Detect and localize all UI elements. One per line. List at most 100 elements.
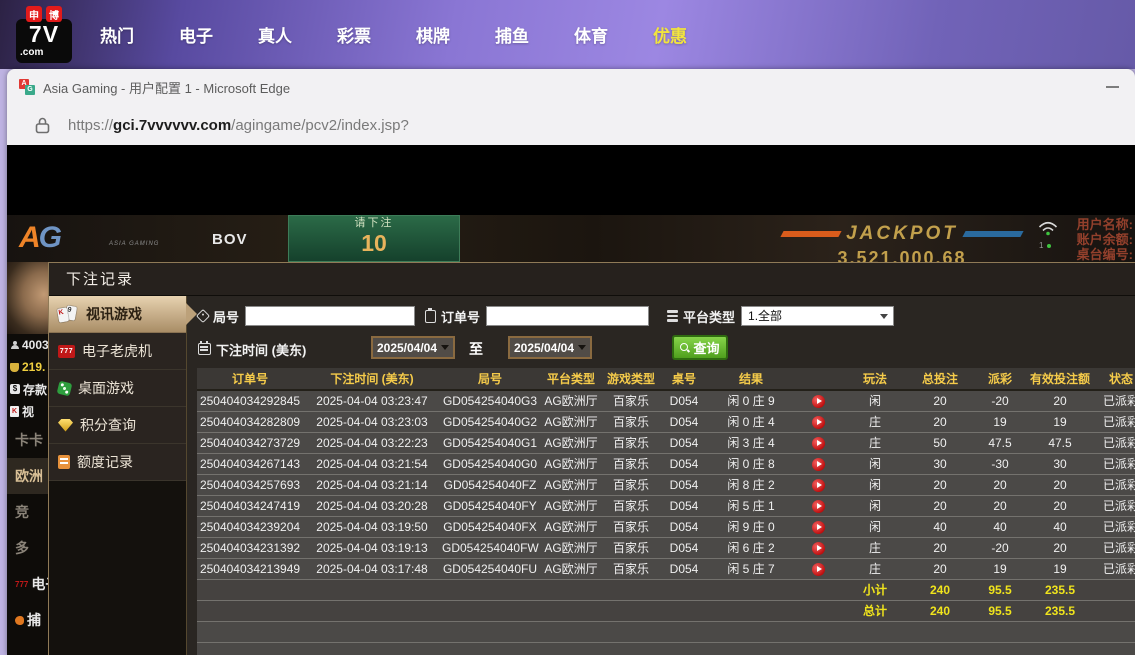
- strip-item-3[interactable]: $ 存款: [7, 378, 48, 400]
- platform-selected-value: 1.全部: [748, 309, 783, 323]
- round-filter: 局号: [195, 304, 416, 328]
- table-cell: [709, 621, 793, 643]
- replay-icon[interactable]: [811, 415, 825, 429]
- table-cell: 有效投注额: [1027, 368, 1093, 391]
- table-cell: [303, 600, 441, 622]
- nav-item-6[interactable]: 捕鱼: [495, 22, 529, 47]
- empty-row: [197, 621, 1135, 643]
- site-logo[interactable]: 申 博 7V .com: [16, 6, 74, 66]
- table-cell: GD054254040FU: [441, 558, 539, 580]
- nav-item-8[interactable]: 优惠: [653, 22, 687, 47]
- strip-item-1[interactable]: 4003: [7, 334, 48, 356]
- table-cell: 已派彩: [1093, 558, 1135, 580]
- modal-menu-item-label: 视讯游戏: [86, 306, 142, 322]
- table-cell: [793, 621, 843, 643]
- modal-menu-item-2[interactable]: 777 电子老虎机: [49, 333, 186, 370]
- strip-item-5[interactable]: 卡卡: [7, 422, 48, 458]
- strip-item-10[interactable]: 捕: [7, 602, 48, 638]
- browser-titlebar: A G Asia Gaming - 用户配置 1 - Microsoft Edg…: [7, 69, 1135, 105]
- nav-item-5[interactable]: 棋牌: [416, 22, 450, 47]
- table-cell: 20: [1027, 495, 1093, 517]
- table-row-5: 250404034257693 2025-04-04 03:21:14 GD0542…: [197, 474, 1135, 496]
- table-cell: AG欧洲厅: [539, 432, 603, 454]
- total-row: 总计 240 95.5 235.5: [197, 600, 1135, 622]
- table-cell: 20: [973, 495, 1027, 517]
- modal-menu-item-3[interactable]: 桌面游戏: [49, 370, 186, 407]
- nav-item-3[interactable]: 真人: [258, 22, 292, 47]
- table-cell: [973, 642, 1027, 655]
- table-cell: 20: [907, 537, 973, 559]
- search-button-label: 查询: [693, 341, 720, 356]
- search-button[interactable]: 查询: [672, 335, 728, 360]
- table-cell: 庄: [843, 411, 907, 433]
- table-cell: [843, 642, 907, 655]
- table-cell: 闲 0 庄 8: [709, 453, 793, 475]
- table-cell: [793, 368, 843, 391]
- nav-item-2[interactable]: 电子: [179, 22, 213, 47]
- calendar-icon: [198, 341, 211, 355]
- modal-menu-item-label: 桌面游戏: [78, 380, 134, 396]
- ag-logo-subtext: ASIA GAMING: [109, 241, 160, 247]
- replay-icon[interactable]: [811, 520, 825, 534]
- table-cell: 2025-04-04 03:22:23: [303, 432, 441, 454]
- strip-item-7[interactable]: 竞: [7, 494, 48, 530]
- strip-item-label: 竞: [15, 504, 29, 520]
- table-cell: 闲 0 庄 4: [709, 411, 793, 433]
- url-text: https://gci.7vvvvvv.com/agingame/pcv2/in…: [68, 117, 409, 134]
- user-icon: [10, 340, 19, 350]
- screen: 申 博 7V .com 热门 电子 真人 彩票 棋牌 捕鱼 体育 优惠 A G Asia Ga…: [0, 0, 1135, 655]
- replay-icon[interactable]: [811, 499, 825, 513]
- table-cell: [659, 579, 709, 601]
- modal-body: 9K 视讯游戏 777 电子老虎机桌面游戏积分查询额度记录 局号 订单号: [49, 296, 1135, 655]
- table-cell: [709, 579, 793, 601]
- table-cell: 250404034267143: [197, 453, 303, 475]
- replay-icon[interactable]: [811, 541, 825, 555]
- jackpot: JACKPOT 3,521,000.68: [777, 223, 1027, 262]
- table-cell: 闲 6 庄 2: [709, 537, 793, 559]
- table-cell: 47.5: [1027, 432, 1093, 454]
- table-row-8: 250404034231392 2025-04-04 03:19:13 GD0542…: [197, 537, 1135, 559]
- table-cell: D054: [659, 432, 709, 454]
- user-info-label-2: 账户余额:: [1076, 232, 1133, 247]
- replay-icon[interactable]: [811, 436, 825, 450]
- platform-select[interactable]: 1.全部: [741, 306, 895, 326]
- date-to-button[interactable]: 2025/04/04: [508, 336, 592, 359]
- nav-item-1[interactable]: 热门: [100, 22, 134, 47]
- modal-menu-item-4[interactable]: 积分查询: [49, 407, 186, 444]
- modal-menu-item-5[interactable]: 额度记录: [49, 444, 186, 481]
- table-row-4: 250404034267143 2025-04-04 03:21:54 GD0542…: [197, 453, 1135, 475]
- nav-item-4[interactable]: 彩票: [337, 22, 371, 47]
- modal-menu-item-1[interactable]: 9 K 视讯游戏: [49, 296, 197, 333]
- table-cell: [539, 621, 603, 643]
- table-cell: 局号: [441, 368, 539, 391]
- date-from-button[interactable]: 2025/04/04: [371, 336, 455, 359]
- minimize-button[interactable]: [1106, 86, 1119, 88]
- strip-item-6[interactable]: 欧洲: [7, 458, 48, 494]
- replay-icon[interactable]: [811, 478, 825, 492]
- strip-item-9[interactable]: 777电子: [7, 566, 48, 602]
- browser-urlbar[interactable]: https://gci.7vvvvvv.com/agingame/pcv2/in…: [7, 105, 1135, 145]
- nav-item-7[interactable]: 体育: [574, 22, 608, 47]
- strip-item-8[interactable]: 多: [7, 530, 48, 566]
- table-cell: AG欧洲厅: [539, 558, 603, 580]
- table-cell: 250404034213949: [197, 558, 303, 580]
- table-cell: [197, 600, 303, 622]
- table-cell: AG欧洲厅: [539, 390, 603, 412]
- strip-item-2[interactable]: 219.: [7, 356, 48, 378]
- table-cell: 百家乐: [603, 432, 659, 454]
- order-input[interactable]: [486, 306, 650, 326]
- table-cell: 19: [1027, 411, 1093, 433]
- top-navbar: 申 博 7V .com 热门 电子 真人 彩票 棋牌 捕鱼 体育 优惠: [0, 0, 1135, 69]
- filter-row-2: 下注时间 (美东) 2025/04/04 至 2025/04/04 查询: [197, 334, 1135, 364]
- table-cell: 已派彩: [1093, 390, 1135, 412]
- round-input[interactable]: [245, 306, 416, 326]
- strip-item-4[interactable]: K视: [7, 400, 48, 422]
- replay-icon[interactable]: [811, 457, 825, 471]
- chevron-down-icon: [578, 345, 587, 350]
- table-cell: [793, 453, 843, 475]
- table-cell: 闲: [843, 474, 907, 496]
- replay-icon[interactable]: [811, 562, 825, 576]
- table-cell: GD054254040G1: [441, 432, 539, 454]
- replay-icon[interactable]: [811, 394, 825, 408]
- table-cell: 闲 9 庄 0: [709, 516, 793, 538]
